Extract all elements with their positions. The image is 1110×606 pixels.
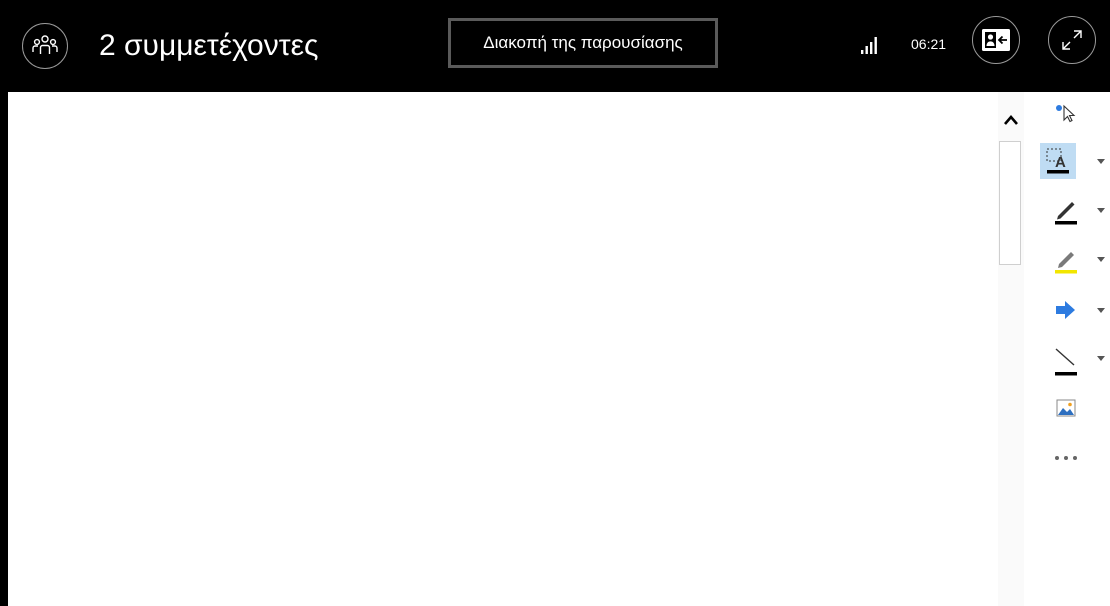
participants-button[interactable] [22,23,68,69]
window-left-edge [0,0,8,606]
scroll-up-arrow-icon[interactable] [1001,110,1021,130]
insert-image-button[interactable] [1048,390,1084,426]
text-tool-button[interactable]: A [1040,143,1076,179]
stop-presentation-button[interactable]: Διακοπή της παρουσίασης [448,18,718,68]
participants-count-label[interactable]: 2 συμμετέχοντες [99,29,318,63]
arrow-shape-tool-button[interactable] [1048,292,1084,328]
arrow-right-icon [1056,301,1075,319]
text-tool-dropdown-icon[interactable] [1096,157,1106,165]
pointer-select-icon [1056,104,1076,123]
pen-tool-button[interactable] [1048,193,1084,229]
whiteboard-canvas[interactable] [8,92,998,606]
line-tool-dropdown-icon[interactable] [1096,354,1106,362]
clock-time: 06:21 [911,36,947,52]
pen-icon [1055,202,1077,225]
presentation-view-button[interactable] [972,16,1020,64]
highlighter-icon [1055,252,1077,274]
pen-tool-dropdown-icon[interactable] [1096,206,1106,214]
text-box-icon: A [1046,148,1069,174]
presenter-view-icon [982,29,1010,51]
line-tool-button[interactable] [1048,344,1084,380]
network-signal-icon [861,37,877,54]
svg-text:A: A [1055,154,1066,171]
people-icon [32,35,58,54]
top-bar: 2 συμμετέχοντες Διακοπή της παρουσίασης … [8,0,1110,92]
fullscreen-button[interactable] [1048,16,1096,64]
more-dots-icon [1055,456,1077,460]
image-icon [1056,399,1076,417]
ink-toolbar: A [1024,92,1110,606]
expand-icon [1062,30,1082,50]
highlighter-tool-dropdown-icon[interactable] [1096,255,1106,263]
highlighter-tool-button[interactable] [1048,242,1084,278]
arrow-tool-dropdown-icon[interactable] [1096,306,1106,314]
select-tool-button[interactable] [1048,96,1084,132]
more-options-button[interactable] [1048,440,1084,476]
scrollbar-thumb[interactable] [999,141,1021,265]
line-icon [1055,348,1077,376]
